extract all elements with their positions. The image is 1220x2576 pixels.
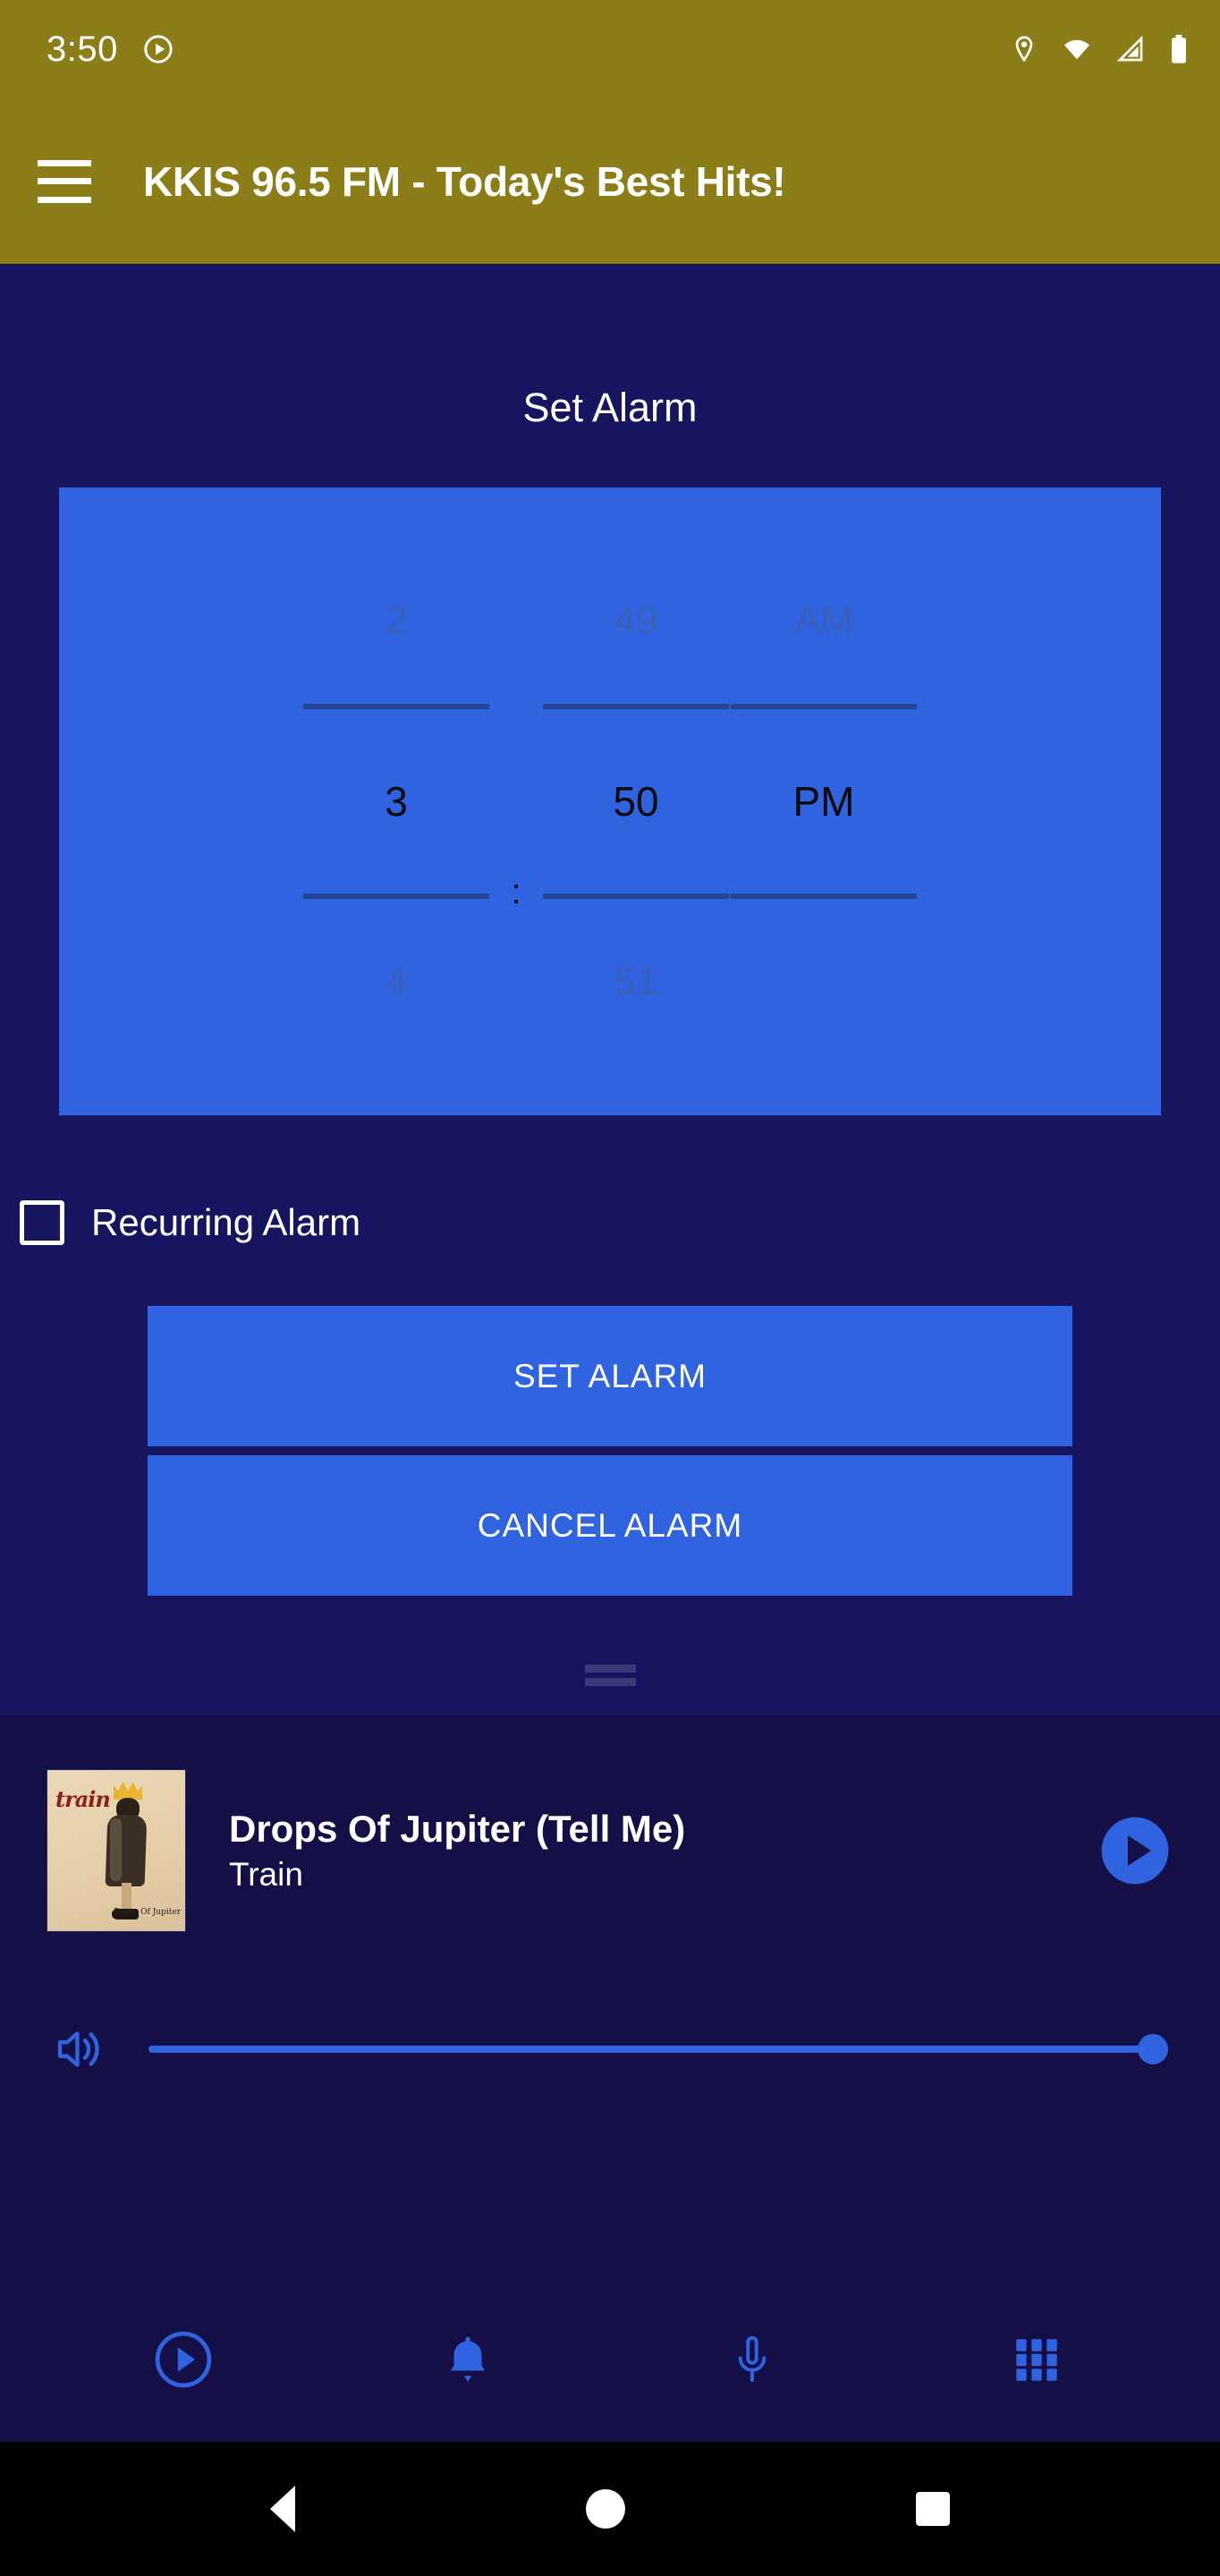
- album-art-figure-coat-highlight: [110, 1818, 122, 1881]
- hour-previous-value[interactable]: 2: [302, 572, 490, 670]
- meridiem-divider-bottom: [731, 894, 917, 899]
- minute-divider-top: [543, 704, 729, 709]
- home-circle-icon: [585, 2489, 625, 2529]
- track-metadata: Drops Of Jupiter (Tell Me) Train: [229, 1808, 1077, 1893]
- minute-previous-value[interactable]: 49: [542, 572, 730, 670]
- media-play-icon: [144, 35, 173, 64]
- set-alarm-button[interactable]: SET ALARM: [148, 1306, 1072, 1446]
- minute-divider-bottom: [543, 894, 729, 899]
- nav-item-play[interactable]: [41, 2277, 326, 2442]
- drag-handle-bar: [584, 1678, 636, 1686]
- hour-divider-bottom: [303, 894, 489, 899]
- hour-selected-value[interactable]: 3: [302, 752, 490, 851]
- minute-picker-column[interactable]: 49 50 51: [542, 572, 730, 1031]
- play-icon[interactable]: [1100, 1816, 1170, 1885]
- phone-screen: 3:50 KKIS 96.5 FM - Today's Best Hits! S…: [0, 0, 1220, 2576]
- album-art-title: Drops Of Jupiter: [113, 1908, 181, 1917]
- volume-slider-rail: [148, 2046, 1166, 2053]
- status-bar: 3:50: [0, 0, 1220, 98]
- status-bar-right: [1010, 34, 1190, 64]
- back-triangle-icon: [270, 2486, 296, 2532]
- volume-slider[interactable]: [148, 2029, 1168, 2070]
- back-button[interactable]: [270, 2486, 296, 2532]
- meridiem-next-value[interactable]: [730, 933, 918, 1031]
- hour-picker-column[interactable]: 2 3 4: [302, 572, 490, 1031]
- player-drag-handle[interactable]: [584, 1665, 636, 1686]
- nav-item-alarm[interactable]: [326, 2277, 610, 2442]
- hamburger-menu-icon[interactable]: [38, 159, 91, 203]
- recurring-alarm-row[interactable]: Recurring Alarm: [20, 1200, 1220, 1245]
- recents-button[interactable]: [915, 2492, 950, 2526]
- hamburger-bar: [38, 159, 91, 166]
- time-separator-column: :: [490, 662, 542, 941]
- drag-handle-bar: [584, 1665, 636, 1673]
- recents-square-icon: [915, 2492, 950, 2526]
- status-bar-left: 3:50: [47, 30, 174, 70]
- hamburger-bar: [38, 196, 91, 203]
- hamburger-bar: [38, 178, 91, 184]
- volume-row[interactable]: [0, 2021, 1220, 2077]
- bell-icon: [450, 2336, 486, 2382]
- play-circle-icon: [155, 2331, 212, 2388]
- now-playing-row[interactable]: train Drops Of Jupiter Drops Of Jupiter …: [0, 1716, 1220, 1932]
- apps-grid-icon: [1016, 2339, 1057, 2381]
- status-clock: 3:50: [47, 29, 118, 69]
- nav-item-apps[interactable]: [894, 2277, 1179, 2442]
- recurring-alarm-label: Recurring Alarm: [91, 1201, 361, 1243]
- time-picker-columns: 2 3 4 : 49 50 51 AM PM: [302, 572, 918, 1031]
- track-title: Drops Of Jupiter (Tell Me): [229, 1808, 686, 1851]
- hour-divider-top: [303, 704, 489, 709]
- minute-selected-value[interactable]: 50: [542, 752, 730, 851]
- album-art-band-name: train: [55, 1786, 111, 1812]
- nav-item-microphone[interactable]: [610, 2277, 894, 2442]
- speaker-volume-icon[interactable]: [52, 2021, 107, 2077]
- main-content: Set Alarm 2 3 4: 49 50 51 AM PM Recurri…: [0, 264, 1220, 2442]
- cellular-signal-icon: [1116, 35, 1143, 62]
- home-button[interactable]: [585, 2489, 625, 2529]
- time-picker[interactable]: 2 3 4 : 49 50 51 AM PM: [59, 487, 1161, 1115]
- android-navigation-bar: [0, 2442, 1220, 2576]
- time-separator-colon: :: [511, 871, 521, 911]
- section-title-set-alarm: Set Alarm: [522, 385, 698, 430]
- track-artist: Train: [229, 1855, 303, 1893]
- page-title: KKIS 96.5 FM - Today's Best Hits!: [143, 157, 786, 205]
- cancel-alarm-button[interactable]: CANCEL ALARM: [148, 1455, 1072, 1596]
- microphone-icon: [738, 2335, 767, 2383]
- app-bar: KKIS 96.5 FM - Today's Best Hits!: [0, 98, 1220, 264]
- meridiem-previous-value[interactable]: AM: [730, 572, 918, 670]
- meridiem-picker-column[interactable]: AM PM: [730, 572, 918, 1031]
- album-art: train Drops Of Jupiter: [47, 1769, 186, 1932]
- hour-next-value[interactable]: 4: [302, 933, 490, 1031]
- battery-icon: [1172, 34, 1186, 64]
- recurring-alarm-checkbox[interactable]: [20, 1200, 64, 1245]
- wifi-icon: [1064, 39, 1089, 60]
- minute-next-value[interactable]: 51: [542, 933, 730, 1031]
- bottom-nav-bar: [0, 2277, 1220, 2442]
- meridiem-divider-top: [731, 704, 917, 709]
- alarm-actions: SET ALARM CANCEL ALARM: [148, 1306, 1072, 1596]
- player-panel: train Drops Of Jupiter Drops Of Jupiter …: [0, 1716, 1220, 2442]
- meridiem-selected-value[interactable]: PM: [730, 752, 918, 851]
- location-pin-icon: [1015, 36, 1033, 63]
- volume-slider-thumb[interactable]: [1138, 2034, 1168, 2064]
